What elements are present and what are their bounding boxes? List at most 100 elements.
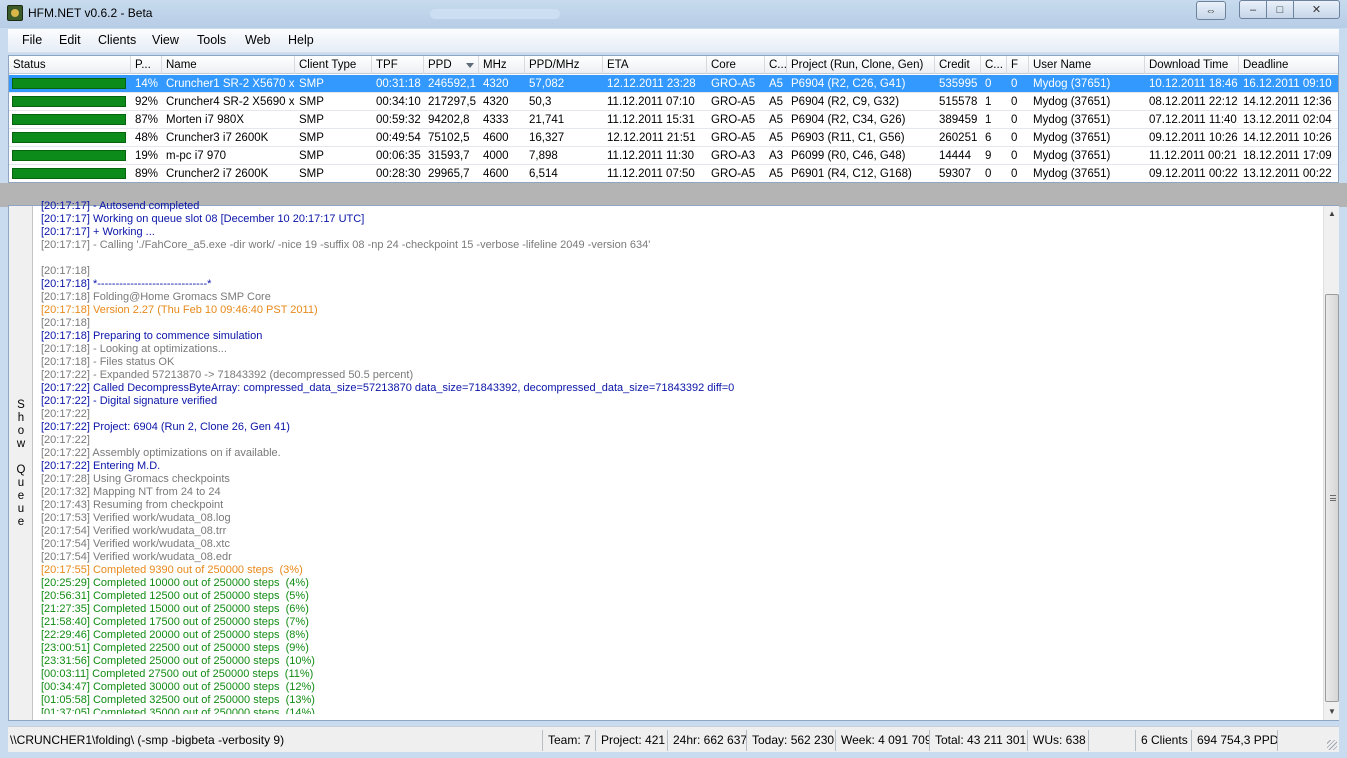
cell-completed: 1 [985, 114, 992, 126]
cell-deadline: 18.12.2011 17:09 [1243, 150, 1332, 162]
menu-tools[interactable]: Tools [197, 33, 226, 47]
status-ppd: 694 754,3 PPD [1191, 730, 1277, 751]
log-line: [20:17:18] [41, 317, 90, 329]
title-bar: HFM.NET v0.6.2 - Beta ⇔ – □ ✕ [0, 0, 1347, 28]
status-bar-indicator [12, 132, 126, 143]
cell-tpf: 00:28:30 [376, 168, 421, 180]
cell-failed: 0 [1011, 96, 1018, 108]
cell-client-type: SMP [299, 96, 324, 108]
col-credit[interactable]: Credit [935, 56, 981, 74]
cell-c: A5 [769, 96, 784, 108]
maximize-button[interactable]: □ [1266, 0, 1294, 19]
log-line: [20:17:18] Folding@Home Gromacs SMP Core [41, 291, 271, 303]
col-ppd-mhz[interactable]: PPD/MHz [525, 56, 603, 74]
log-line: [20:17:22] Called DecompressByteArray: c… [41, 382, 735, 394]
cell-ppd: 29965,7 [428, 168, 470, 180]
log-line: [20:17:17] - Autosend completed [41, 200, 200, 212]
cell-deadline: 16.12.2011 09:10 [1243, 78, 1332, 90]
menu-edit[interactable]: Edit [59, 33, 81, 47]
col-core[interactable]: Core [707, 56, 765, 74]
close-button[interactable]: ✕ [1293, 0, 1340, 19]
log-line: [00:03:11] Completed 27500 out of 250000… [41, 668, 314, 680]
col-tpf[interactable]: TPF [372, 56, 424, 74]
cell-name: Cruncher1 SR-2 X5670 x2 [166, 78, 295, 90]
cell-progress: 14% [135, 78, 159, 90]
table-row[interactable]: 14% Cruncher1 SR-2 X5670 x2 SMP 00:31:18 246… [9, 75, 1338, 93]
log-line: [20:17:17] Working on queue slot 08 [Dec… [41, 213, 365, 225]
col-failed[interactable]: F [1007, 56, 1029, 74]
cell-failed: 0 [1011, 114, 1018, 126]
col-client-type[interactable]: Client Type [295, 56, 372, 74]
swap-icon[interactable]: ⇔ [1196, 1, 1226, 20]
status-cell [9, 129, 131, 147]
log-line: [20:17:18] Preparing to commence simulat… [41, 330, 263, 342]
cell-mhz: 4600 [483, 132, 509, 144]
cell-c: A5 [769, 78, 784, 90]
col-completed[interactable]: C... [981, 56, 1007, 74]
resize-grip-icon[interactable] [1327, 740, 1337, 750]
col-progress[interactable]: P... [131, 56, 162, 74]
menu-file[interactable]: File [22, 33, 42, 47]
cell-eta: 11.12.2011 15:31 [607, 114, 695, 126]
col-project[interactable]: Project (Run, Clone, Gen) [787, 56, 935, 74]
cell-project: P6904 (R2, C9, G32) [791, 96, 900, 108]
cell-credit: 14444 [939, 150, 971, 162]
cell-ppd-mhz: 7,898 [529, 150, 558, 162]
cell-progress: 19% [135, 150, 159, 162]
cell-core: GRO-A5 [711, 78, 756, 90]
cell-progress: 87% [135, 114, 159, 126]
cell-ppd: 94202,8 [428, 114, 470, 126]
cell-download: 08.12.2011 22:12 [1149, 96, 1238, 108]
log-viewer[interactable]: [20:17:17] - Autosend completed [20:17:17… [41, 200, 1321, 714]
menu-clients[interactable]: Clients [98, 33, 136, 47]
menu-help[interactable]: Help [288, 33, 314, 47]
cell-ppd-mhz: 21,741 [529, 114, 565, 126]
status-clients: 6 Clients [1135, 730, 1191, 751]
col-status[interactable]: Status [9, 56, 131, 74]
show-queue-toggle[interactable]: Show Queue [9, 206, 33, 720]
status-bar-indicator [12, 96, 126, 107]
table-row[interactable]: 92% Cruncher4 SR-2 X5690 x2 SMP 00:34:10 217… [9, 93, 1338, 111]
grid-header: Status P... Name Client Type TPF PPD MHz… [9, 56, 1338, 74]
menu-view[interactable]: View [152, 33, 179, 47]
log-line: [20:17:18] Version 2.27 (Thu Feb 10 09:4… [41, 304, 318, 316]
col-deadline[interactable]: Deadline [1239, 56, 1338, 74]
log-scrollbar[interactable]: ▲ ▼ [1323, 206, 1339, 720]
log-line: [20:17:22] Entering M.D. [41, 460, 161, 472]
title-blur [430, 9, 560, 19]
log-line: [20:17:53] Verified work/wudata_08.log [41, 512, 231, 524]
menu-web[interactable]: Web [245, 33, 270, 47]
status-cell [9, 93, 131, 111]
cell-ppd: 217297,5 [428, 96, 476, 108]
log-line: [20:17:22] Project: 6904 (Run 2, Clone 2… [41, 421, 290, 433]
log-line: [20:17:54] Verified work/wudata_08.edr [41, 551, 232, 563]
table-row[interactable]: 89% Cruncher2 i7 2600K SMP 00:28:30 29965,7 4… [9, 165, 1338, 182]
col-user-name[interactable]: User Name [1029, 56, 1145, 74]
scroll-down-icon[interactable]: ▼ [1324, 704, 1340, 720]
cell-project: P6901 (R4, C12, G168) [791, 168, 912, 180]
log-line: [20:17:22] [41, 408, 90, 420]
col-eta[interactable]: ETA [603, 56, 707, 74]
log-line: [20:17:54] Verified work/wudata_08.trr [41, 525, 227, 537]
minimize-button[interactable]: – [1239, 0, 1267, 19]
cell-mhz: 4333 [483, 114, 509, 126]
log-line: [20:17:18] - Looking at optimizations... [41, 343, 227, 355]
status-cell [9, 75, 131, 93]
cell-mhz: 4600 [483, 168, 509, 180]
col-name[interactable]: Name [162, 56, 295, 74]
col-mhz[interactable]: MHz [479, 56, 525, 74]
status-bar: \\CRUNCHER1\folding\ (-smp -bigbeta -ver… [8, 726, 1339, 752]
table-row[interactable]: 87% Morten i7 980X SMP 00:59:32 94202,8 4333 2… [9, 111, 1338, 129]
col-core-short[interactable]: C... [765, 56, 787, 74]
status-bar-indicator [12, 78, 126, 89]
cell-project: P6099 (R0, C46, G48) [791, 150, 906, 162]
table-row[interactable]: 48% Cruncher3 i7 2600K SMP 00:49:54 75102,5 4… [9, 129, 1338, 147]
table-row[interactable]: 19% m-pc i7 970 SMP 00:06:35 31593,7 4000 7,89… [9, 147, 1338, 165]
cell-download: 07.12.2011 11:40 [1149, 114, 1237, 126]
cell-progress: 92% [135, 96, 159, 108]
scroll-up-icon[interactable]: ▲ [1324, 206, 1340, 222]
status-cell [9, 111, 131, 129]
col-download-time[interactable]: Download Time [1145, 56, 1239, 74]
scroll-thumb[interactable] [1325, 294, 1339, 702]
